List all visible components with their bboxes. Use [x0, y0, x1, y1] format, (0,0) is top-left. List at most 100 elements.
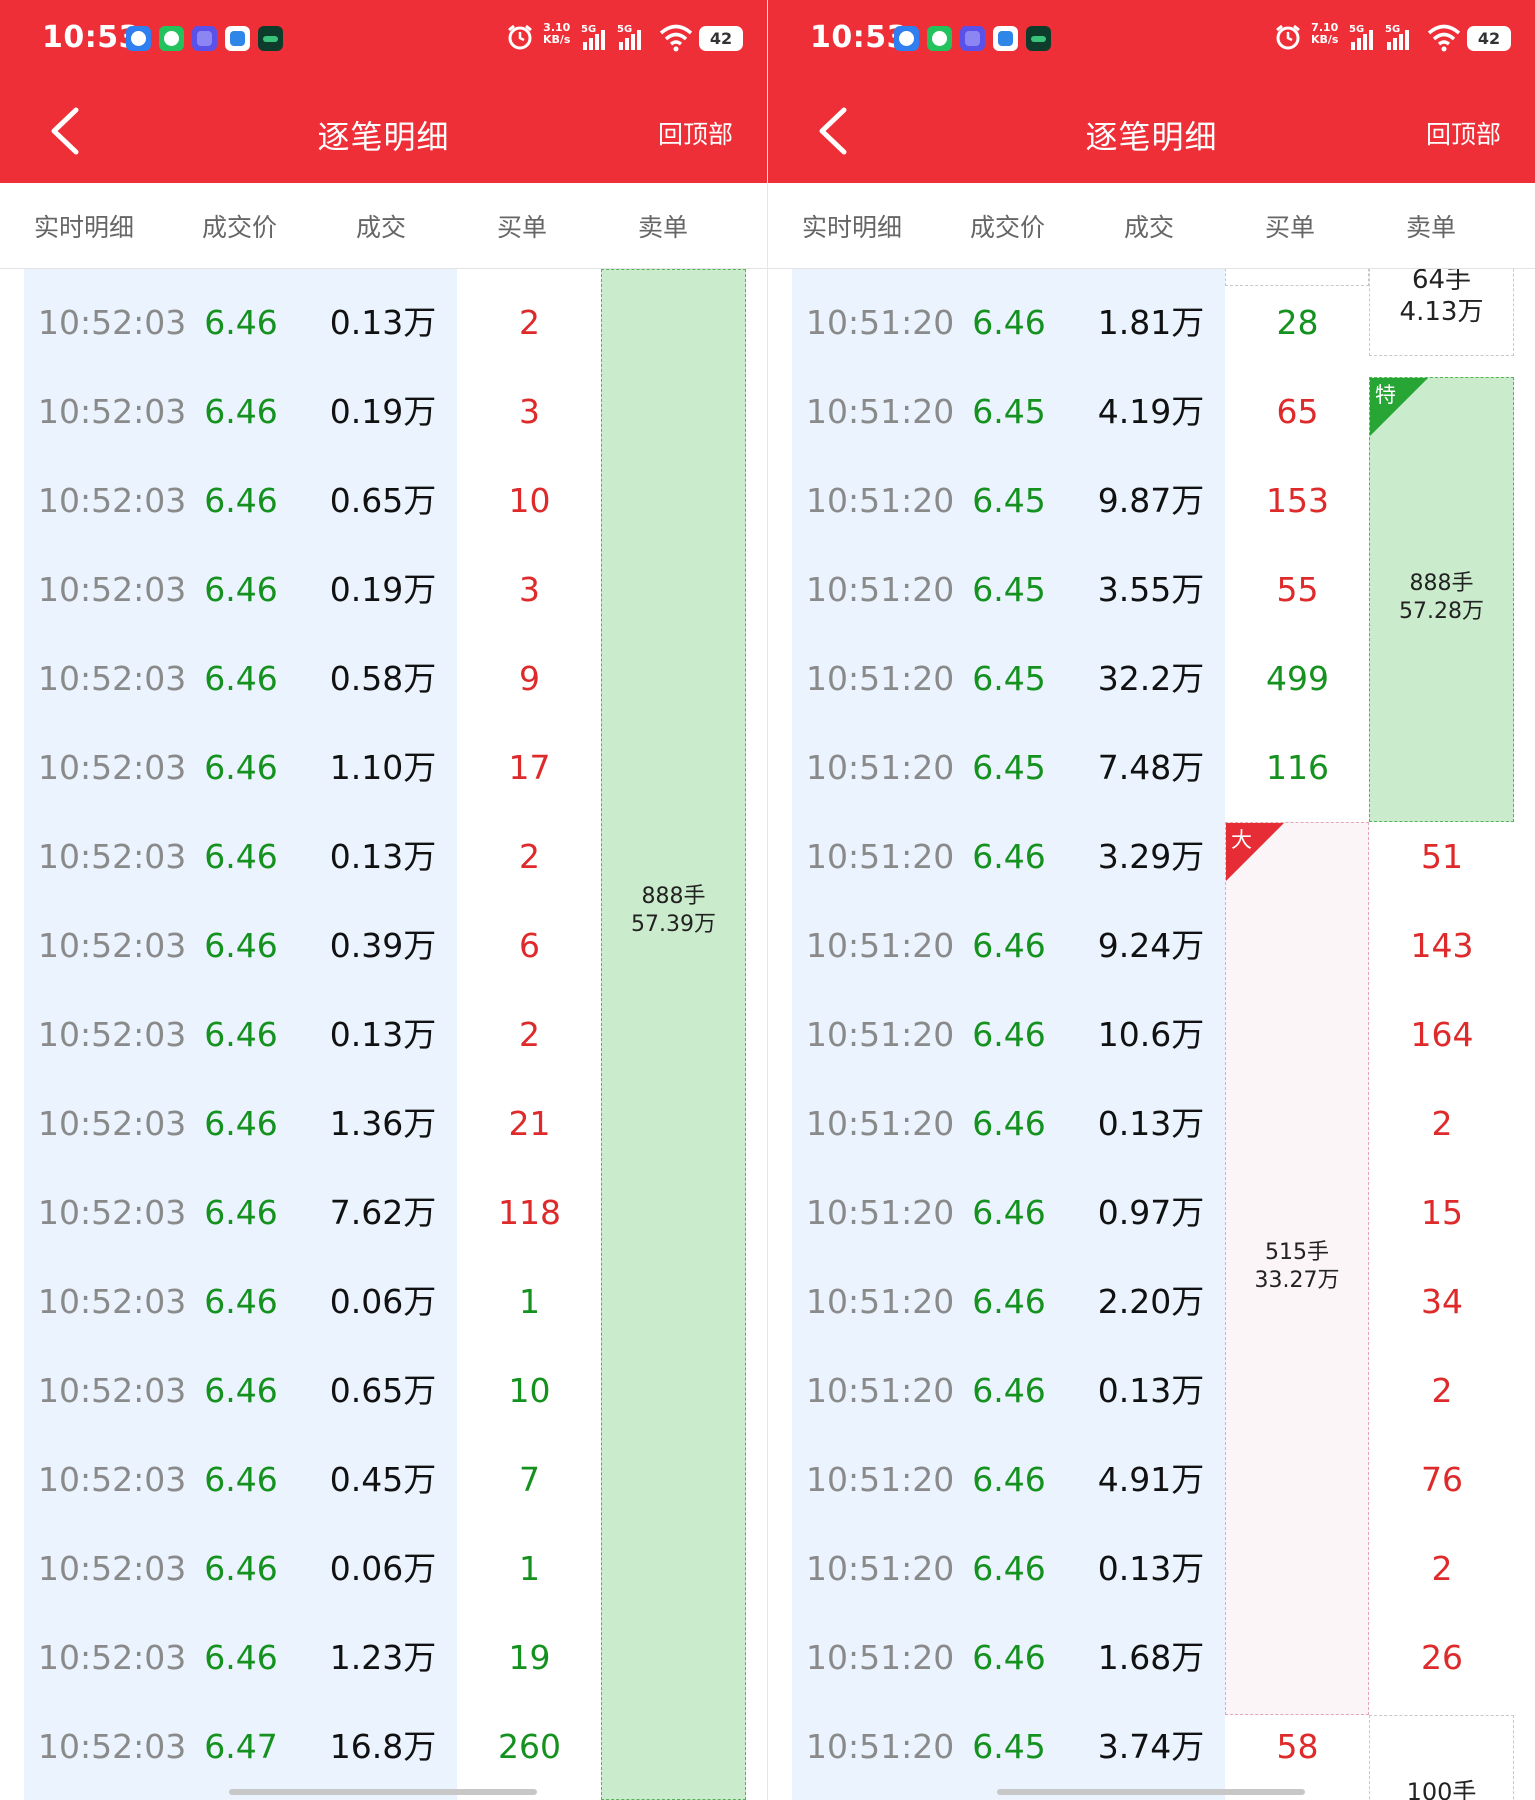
trade-time: 10:51:20 — [806, 1638, 955, 1677]
buy-order-count: 65 — [1276, 392, 1319, 431]
sell-order-count: 26 — [1421, 1638, 1463, 1677]
trade-volume: 3.29万 — [1097, 837, 1205, 876]
trade-price: 6.46 — [972, 1282, 1046, 1321]
trade-time: 10:52:03 — [38, 1015, 187, 1054]
trade-time: 10:52:03 — [38, 837, 187, 876]
trade-row: 10:52:03 6.46 0.65万 10 — [0, 1346, 767, 1435]
trade-price: 6.46 — [204, 837, 278, 876]
trade-list[interactable]: 888手 57.39万 10:52:03 6.46 0.13万 2 10:52:03 6.… — [0, 269, 767, 1800]
trade-time: 10:51:20 — [806, 1371, 955, 1410]
trade-row: 10:51:20 6.46 3.29万 51 — [768, 812, 1535, 901]
trade-volume: 7.48万 — [1097, 748, 1205, 787]
trade-volume: 3.74万 — [1097, 1727, 1205, 1766]
trade-price: 6.46 — [204, 303, 278, 342]
trade-row: 10:52:03 6.46 0.06万 1 — [0, 1524, 767, 1613]
trade-price: 6.46 — [972, 1460, 1046, 1499]
signal-icon: 5G — [1385, 24, 1409, 50]
trade-price: 6.45 — [972, 392, 1046, 431]
trade-row: 10:51:20 6.45 7.48万 116 — [768, 723, 1535, 812]
trade-price: 6.46 — [972, 1104, 1046, 1143]
trade-volume: 0.97万 — [1097, 1193, 1205, 1232]
trade-volume: 9.24万 — [1097, 926, 1205, 965]
app-icon — [993, 26, 1018, 51]
back-to-top-button[interactable]: 回顶部 — [658, 115, 733, 151]
trade-price: 6.46 — [972, 1549, 1046, 1588]
signal-icon: 5G — [1349, 24, 1373, 50]
battery-icon: 42 — [1467, 26, 1511, 51]
buy-order-count: 9 — [519, 659, 540, 698]
buy-order-count: 55 — [1276, 570, 1319, 609]
app-icon — [126, 26, 151, 51]
trade-price: 6.46 — [204, 1282, 278, 1321]
app-icon — [960, 26, 985, 51]
trade-time: 10:51:20 — [806, 926, 955, 965]
scrollbar[interactable] — [229, 1789, 537, 1795]
trade-price: 6.46 — [972, 303, 1046, 342]
trade-volume: 0.58万 — [329, 659, 437, 698]
trade-volume: 0.13万 — [329, 1015, 437, 1054]
buy-order-count: 2 — [519, 837, 540, 876]
buy-order-count: 10 — [508, 481, 551, 520]
trade-row: 10:52:03 6.46 0.13万 2 — [0, 812, 767, 901]
trade-time: 10:51:20 — [806, 1727, 955, 1766]
trade-price: 6.46 — [204, 926, 278, 965]
trade-price: 6.47 — [204, 1727, 278, 1766]
trade-volume: 1.68万 — [1097, 1638, 1205, 1677]
app-icon — [894, 26, 919, 51]
net-speed: 3.10 KB/s — [543, 21, 571, 46]
sell-order-count: 2 — [1431, 1371, 1453, 1410]
buy-order-count: 58 — [1276, 1727, 1319, 1766]
sell-order-count: 76 — [1421, 1460, 1463, 1499]
trade-time: 10:52:03 — [38, 1549, 187, 1588]
trade-row: 10:51:20 6.45 3.55万 55 — [768, 545, 1535, 634]
trade-price: 6.46 — [972, 1193, 1046, 1232]
trade-volume: 2.20万 — [1097, 1282, 1205, 1321]
trade-row: 10:52:03 6.47 16.8万 260 — [0, 1702, 767, 1791]
back-to-top-button[interactable]: 回顶部 — [1426, 115, 1501, 151]
trade-row: 10:51:20 6.45 4.19万 65 — [768, 367, 1535, 456]
trade-volume: 1.10万 — [329, 748, 437, 787]
buy-order-count: 3 — [519, 392, 540, 431]
trade-time: 10:51:20 — [806, 1104, 955, 1143]
trade-time: 10:51:20 — [806, 1549, 955, 1588]
buy-order-count: 2 — [519, 303, 540, 342]
trade-row: 10:51:20 6.45 9.87万 153 — [768, 456, 1535, 545]
column-buy: 买单 — [1265, 213, 1316, 242]
trade-price: 6.46 — [204, 1638, 278, 1677]
trade-time: 10:52:03 — [38, 659, 187, 698]
trade-price: 6.46 — [204, 1015, 278, 1054]
trade-row: 10:51:20 6.46 10.6万 164 — [768, 990, 1535, 1079]
svg-text:5G: 5G — [1385, 24, 1400, 35]
trade-price: 6.46 — [204, 1193, 278, 1232]
trade-volume: 0.13万 — [1097, 1104, 1205, 1143]
trade-row: 10:51:20 6.46 1.81万 28 — [768, 278, 1535, 367]
trade-volume: 0.65万 — [329, 481, 437, 520]
signal-icon: 5G — [617, 24, 641, 50]
trade-price: 6.46 — [972, 1015, 1046, 1054]
trade-time: 10:51:20 — [806, 1282, 955, 1321]
trade-price: 6.46 — [204, 1371, 278, 1410]
trade-time: 10:51:20 — [806, 1015, 955, 1054]
screen-left: 10:53 3.10 KB/s 5G 5G 42 逐笔明细 回顶部 实时明细 成交… — [0, 0, 767, 1800]
trade-list[interactable]: 64手 4.13万 特 888手 57.28万 大 515手 33.27万 10… — [768, 269, 1535, 1800]
trade-row: 10:52:03 6.46 7.62万 118 — [0, 1168, 767, 1257]
column-time: 实时明细 — [34, 213, 135, 242]
buy-order-count: 6 — [519, 926, 540, 965]
trade-row: 10:51:20 6.46 0.13万 2 — [768, 1524, 1535, 1613]
page-title: 逐笔明细 — [317, 118, 450, 156]
trade-price: 6.46 — [972, 926, 1046, 965]
trade-time: 10:51:20 — [806, 392, 955, 431]
trade-price: 6.46 — [204, 570, 278, 609]
sell-order-count: 15 — [1421, 1193, 1463, 1232]
buy-order-count: 17 — [508, 748, 551, 787]
sell-order-count: 164 — [1410, 1015, 1474, 1054]
trade-volume: 10.6万 — [1097, 1015, 1205, 1054]
alarm-icon — [1276, 24, 1300, 50]
trade-volume: 0.45万 — [329, 1460, 437, 1499]
trade-price: 6.45 — [972, 481, 1046, 520]
trade-price: 6.45 — [972, 570, 1046, 609]
trade-price: 6.46 — [204, 748, 278, 787]
buy-order-count: 3 — [519, 570, 540, 609]
column-volume: 成交 — [356, 213, 407, 242]
scrollbar[interactable] — [997, 1789, 1305, 1795]
